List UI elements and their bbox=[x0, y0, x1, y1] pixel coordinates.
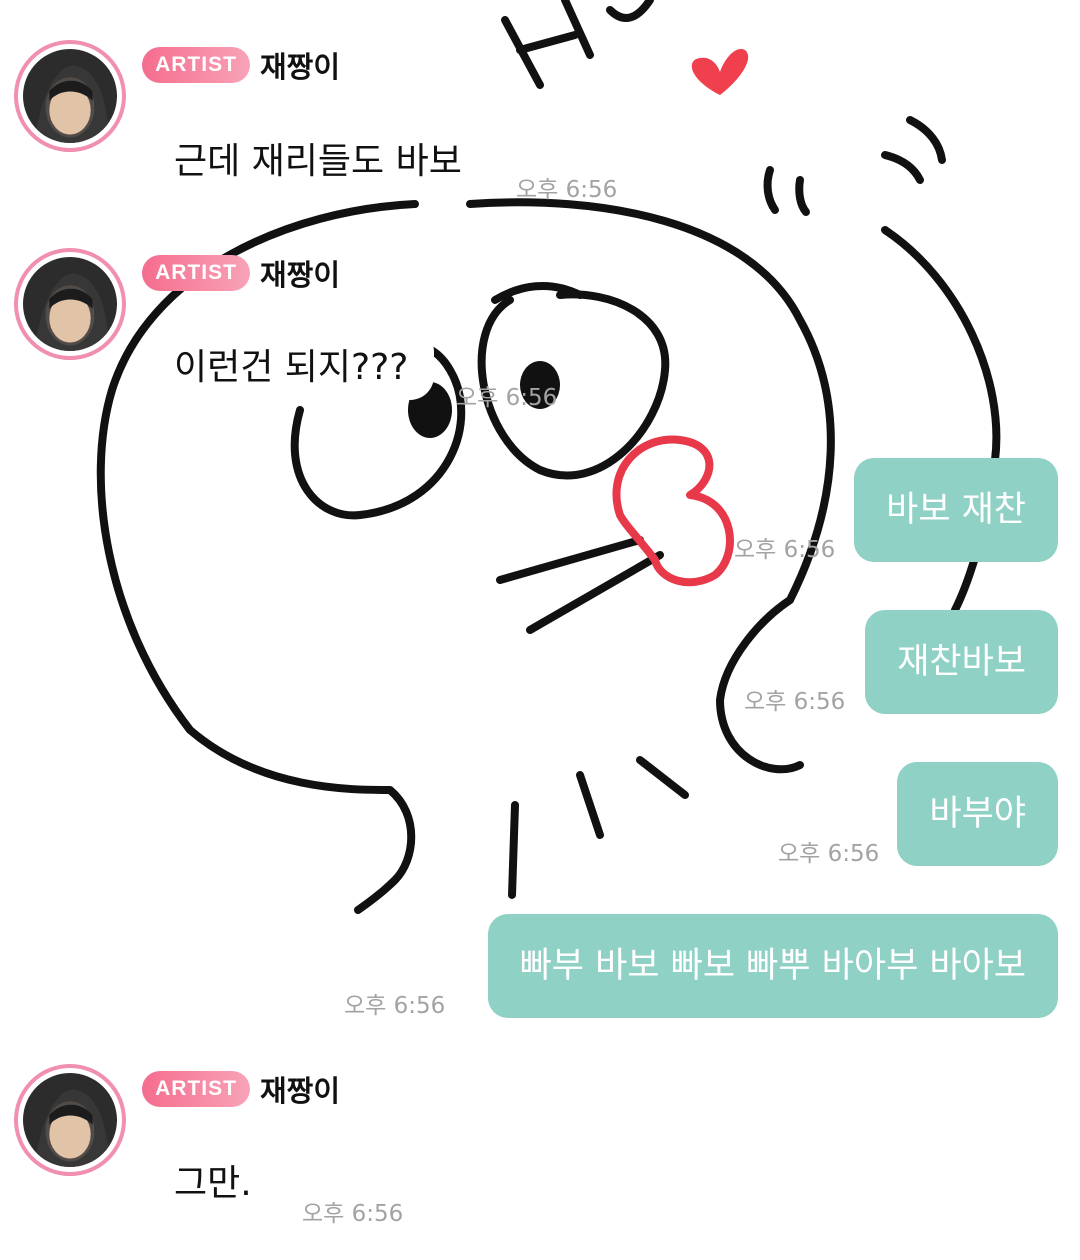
message-bubble[interactable]: 근데 재리들도 바보 bbox=[148, 122, 488, 194]
avatar-photo bbox=[23, 257, 117, 351]
artist-badge: ARTIST bbox=[142, 255, 250, 291]
artist-avatar[interactable] bbox=[14, 248, 126, 360]
sender-name: 재짱이 bbox=[260, 1074, 341, 1108]
message-timestamp: 오후 6:56 bbox=[516, 177, 618, 203]
avatar-photo bbox=[23, 49, 117, 143]
message-timestamp: 오후 6:56 bbox=[744, 689, 846, 715]
message-timestamp: 오후 6:56 bbox=[302, 1201, 404, 1227]
message-timestamp: 오후 6:56 bbox=[778, 841, 880, 867]
sticker-heart-icon bbox=[691, 49, 749, 95]
message-timestamp: 오후 6:56 bbox=[344, 993, 446, 1019]
sent-message-bubble[interactable]: 바부야 bbox=[897, 762, 1058, 866]
message-timestamp: 오후 6:56 bbox=[734, 537, 836, 563]
sticker-handwriting bbox=[501, 0, 654, 89]
sent-message-bubble[interactable]: 바보 재찬 bbox=[854, 458, 1058, 562]
sent-message-bubble[interactable]: 빠부 바보 빠보 빠뿌 바아부 바아보 bbox=[487, 914, 1058, 1018]
message-bubble[interactable]: 그만. bbox=[148, 1144, 278, 1216]
sticker-head-outline bbox=[96, 200, 419, 914]
sent-message-bubble[interactable]: 재찬바보 bbox=[865, 610, 1058, 714]
artist-badge: ARTIST bbox=[142, 1071, 250, 1107]
message-bubble[interactable]: 이런건 되지??? bbox=[148, 328, 435, 400]
sender-name: 재짱이 bbox=[260, 50, 341, 84]
artist-badge: ARTIST bbox=[142, 47, 250, 83]
sender-name: 재짱이 bbox=[260, 258, 341, 292]
artist-avatar[interactable] bbox=[14, 40, 126, 152]
message-timestamp: 오후 6:56 bbox=[456, 385, 558, 411]
sticker-lips bbox=[612, 435, 734, 587]
avatar-photo bbox=[23, 1073, 117, 1167]
artist-avatar[interactable] bbox=[14, 1064, 126, 1176]
